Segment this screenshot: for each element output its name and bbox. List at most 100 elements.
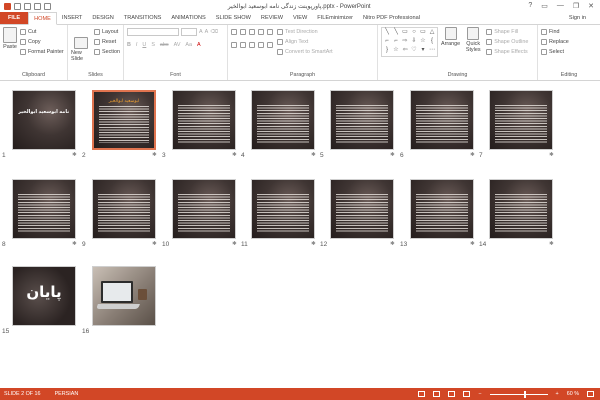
find-button[interactable]: Find bbox=[541, 27, 597, 37]
slide-thumbnail[interactable]: 11 ✱ bbox=[241, 179, 316, 248]
format-painter-button[interactable]: Format Painter bbox=[20, 47, 64, 57]
slide-preview[interactable]: زندگی نامه ابوسعید ابوالخیر bbox=[12, 90, 76, 150]
tab-design[interactable]: DESIGN bbox=[87, 12, 118, 24]
clear-formatting-icon[interactable]: ⌫ bbox=[210, 29, 218, 35]
transition-star-icon[interactable]: ✱ bbox=[311, 152, 316, 158]
shapes-gallery[interactable]: ╲ ╲ ▭ ○ ▭ △ ⌐ ⌐ ⇨ ⇩ ☆{ } ☆ ⇦ ♡ ▾ ⋯ bbox=[381, 27, 438, 57]
transition-star-icon[interactable]: ✱ bbox=[72, 241, 77, 247]
cut-button[interactable]: Cut bbox=[20, 27, 64, 37]
transition-star-icon[interactable]: ✱ bbox=[390, 152, 395, 158]
slide-preview[interactable] bbox=[251, 90, 315, 150]
redo-icon[interactable] bbox=[34, 2, 41, 10]
slide-thumbnail[interactable]: 14 ✱ bbox=[479, 179, 554, 248]
strikethrough-button[interactable]: abc bbox=[160, 42, 169, 48]
slide-preview[interactable] bbox=[251, 179, 315, 239]
font-color-button[interactable]: A bbox=[197, 42, 201, 48]
zoom-slider[interactable] bbox=[489, 390, 548, 398]
arrow-shape-icon[interactable]: ⇩ bbox=[410, 38, 418, 45]
increase-indent-icon[interactable] bbox=[258, 29, 264, 35]
shadow-button[interactable]: S bbox=[151, 42, 155, 48]
arrange-button[interactable]: Arrange bbox=[441, 27, 460, 57]
restore-button[interactable]: ❐ bbox=[573, 2, 579, 10]
help-icon[interactable]: ? bbox=[528, 2, 532, 10]
slide-thumbnail[interactable]: پایان 15 bbox=[2, 266, 76, 335]
slide-preview[interactable] bbox=[489, 179, 553, 239]
zoom-level[interactable]: 60 % bbox=[567, 391, 579, 397]
slide-sorter-view-icon[interactable] bbox=[433, 391, 441, 397]
transition-star-icon[interactable]: ✱ bbox=[549, 241, 554, 247]
zoom-slider-handle[interactable] bbox=[523, 390, 526, 398]
arrow-shape-icon[interactable]: ⇦ bbox=[401, 47, 409, 54]
columns-icon[interactable] bbox=[267, 42, 273, 48]
line-shape-icon[interactable]: ⌐ bbox=[383, 38, 391, 45]
transition-star-icon[interactable]: ✱ bbox=[72, 152, 77, 158]
underline-button[interactable]: U bbox=[142, 42, 146, 48]
text-direction-button[interactable]: Text Direction bbox=[277, 27, 333, 37]
transition-star-icon[interactable]: ✱ bbox=[549, 152, 554, 158]
reading-view-icon[interactable] bbox=[448, 391, 456, 397]
slide-thumbnail[interactable]: زندگی نامه ابوسعید ابوالخیر 1 ✱ bbox=[2, 90, 77, 159]
slide-thumbnail[interactable]: 12 ✱ bbox=[320, 179, 395, 248]
font-name-combo[interactable] bbox=[127, 28, 179, 36]
start-slideshow-icon[interactable] bbox=[44, 2, 51, 10]
more-shapes-icon[interactable]: ▾ bbox=[419, 47, 427, 54]
replace-button[interactable]: Replace bbox=[541, 37, 597, 47]
slideshow-view-icon[interactable] bbox=[463, 391, 471, 397]
arrow-shape-icon[interactable]: ⇨ bbox=[401, 38, 409, 45]
align-left-icon[interactable] bbox=[231, 42, 237, 48]
transition-star-icon[interactable]: ✱ bbox=[390, 241, 395, 247]
rectangle-shape-icon[interactable]: ▭ bbox=[419, 29, 427, 36]
tab-transitions[interactable]: TRANSITIONS bbox=[119, 12, 167, 24]
slide-thumbnail[interactable]: 3 ✱ bbox=[162, 90, 237, 159]
save-icon[interactable] bbox=[14, 2, 21, 10]
align-center-icon[interactable] bbox=[240, 42, 246, 48]
transition-star-icon[interactable]: ✱ bbox=[311, 241, 316, 247]
slide-thumbnail[interactable]: 10 ✱ bbox=[162, 179, 237, 248]
line-spacing-icon[interactable] bbox=[267, 29, 273, 35]
brace-shape-icon[interactable]: } bbox=[383, 47, 391, 54]
bracket-shape-icon[interactable]: ⌐ bbox=[392, 38, 400, 45]
slide-thumbnail[interactable]: 13 ✱ bbox=[400, 179, 475, 248]
new-slide-button[interactable]: New Slide bbox=[71, 37, 91, 62]
transition-star-icon[interactable]: ✱ bbox=[152, 241, 157, 247]
slide-preview[interactable] bbox=[172, 90, 236, 150]
shape-fill-button[interactable]: Shape Fill bbox=[486, 27, 528, 37]
undo-icon[interactable] bbox=[24, 2, 31, 10]
triangle-shape-icon[interactable]: △ bbox=[428, 29, 436, 36]
slide-preview[interactable] bbox=[410, 90, 474, 150]
slide-thumbnail[interactable]: 5 ✱ bbox=[320, 90, 395, 159]
numbering-icon[interactable] bbox=[240, 29, 246, 35]
more-shapes-icon[interactable]: ⋯ bbox=[428, 47, 436, 54]
oval-shape-icon[interactable]: ○ bbox=[410, 29, 418, 36]
transition-star-icon[interactable]: ✱ bbox=[152, 152, 157, 158]
zoom-out-button[interactable]: − bbox=[478, 391, 481, 397]
slide-preview[interactable] bbox=[330, 179, 394, 239]
zoom-in-button[interactable]: + bbox=[556, 391, 559, 397]
change-case-button[interactable]: Aa bbox=[185, 42, 192, 48]
star-shape-icon[interactable]: ☆ bbox=[392, 47, 400, 54]
slide-preview[interactable] bbox=[92, 266, 156, 326]
select-button[interactable]: Select bbox=[541, 47, 597, 57]
rectangle-shape-icon[interactable]: ▭ bbox=[401, 29, 409, 36]
tab-fileminimizer[interactable]: FILEminimizer bbox=[312, 12, 358, 24]
slide-thumbnail[interactable]: 7 ✱ bbox=[479, 90, 554, 159]
slide-thumbnail[interactable]: 6 ✱ bbox=[400, 90, 475, 159]
tab-view[interactable]: VIEW bbox=[288, 12, 312, 24]
slide-preview[interactable] bbox=[92, 179, 156, 239]
tab-home[interactable]: HOME bbox=[28, 12, 57, 25]
italic-button[interactable]: I bbox=[136, 42, 138, 48]
layout-button[interactable]: Layout bbox=[94, 27, 120, 37]
slide-preview[interactable]: پایان bbox=[12, 266, 76, 326]
bold-button[interactable]: B bbox=[127, 42, 131, 48]
tab-slide-show[interactable]: SLIDE SHOW bbox=[211, 12, 256, 24]
character-spacing-button[interactable]: AV bbox=[174, 42, 181, 48]
decrease-indent-icon[interactable] bbox=[249, 29, 255, 35]
slide-preview[interactable] bbox=[489, 90, 553, 150]
fit-slide-icon[interactable] bbox=[587, 391, 594, 397]
transition-star-icon[interactable]: ✱ bbox=[232, 152, 237, 158]
shrink-font-icon[interactable]: A bbox=[205, 29, 209, 35]
language-indicator[interactable]: PERSIAN bbox=[55, 391, 79, 397]
normal-view-icon[interactable] bbox=[418, 391, 426, 397]
slide-thumbnail[interactable]: 16 bbox=[82, 266, 156, 335]
heart-shape-icon[interactable]: ♡ bbox=[410, 47, 418, 54]
